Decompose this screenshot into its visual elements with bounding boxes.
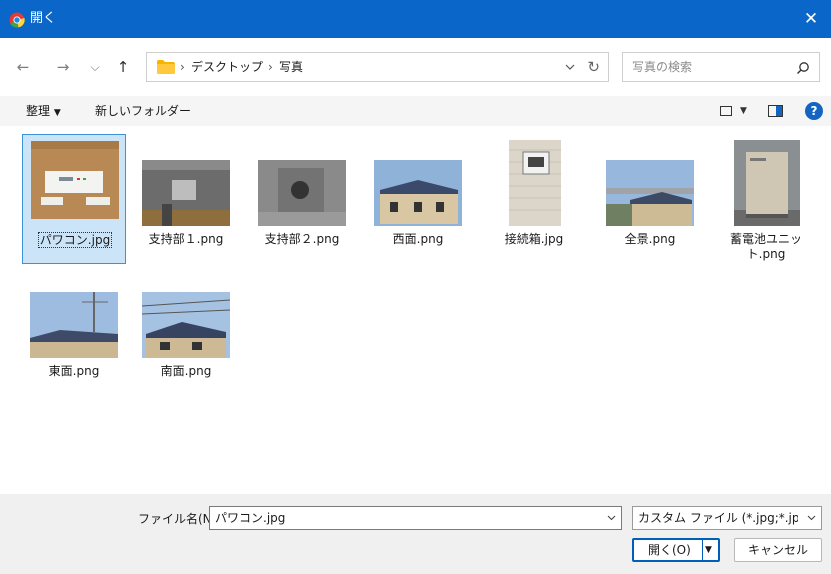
dialog-footer: ファイル名(N): パワコン.jpg カスタム ファイル (*.jpg;*.jp… [0,494,831,574]
chrome-icon [9,12,25,28]
chevron-down-icon[interactable] [564,61,576,73]
navigation-bar: ← → ⌵ ↑ › デスクトップ › 写真 ↻ 写真の検索 [0,38,831,96]
view-icon[interactable] [720,106,732,116]
image-thumbnail [142,160,230,226]
caret-down-icon: ▼ [53,108,61,118]
file-item-power-conditioner[interactable]: パワコン.jpg [22,134,126,264]
new-folder-button[interactable]: 新しいフォルダー [95,104,191,119]
chevron-down-icon[interactable] [606,512,617,523]
forward-button[interactable]: → [54,58,72,76]
file-item-support-1[interactable]: 支持部１.png [134,134,238,264]
file-name: パワコン.jpg [37,232,113,248]
up-button[interactable]: ↑ [114,58,132,76]
cancel-button[interactable]: キャンセル [734,538,822,562]
organize-label: 整理 [26,104,51,118]
address-bar[interactable]: › デスクトップ › 写真 ↻ [146,52,609,82]
breadcrumb-separator: › [268,60,273,74]
search-input[interactable]: 写真の検索 [632,60,692,75]
back-button[interactable]: ← [14,58,32,76]
image-thumbnail [374,160,462,226]
breadcrumb-desktop[interactable]: デスクトップ [191,60,263,75]
file-name-value[interactable]: パワコン.jpg [215,511,285,526]
image-thumbnail [258,160,346,226]
image-thumbnail [31,141,119,219]
image-thumbnail [30,292,118,358]
recent-locations-button[interactable]: ⌵ [86,58,104,76]
file-list[interactable]: パワコン.jpg 支持部１.png 支持部２.png 西面.png 接続箱.jp… [0,126,831,494]
file-item-overview[interactable]: 全景.png [598,134,702,264]
folder-icon [157,60,175,74]
image-thumbnail [509,140,561,226]
file-name: 西面.png [392,232,444,246]
file-type-select[interactable]: カスタム ファイル (*.jpg;*.jpeg;*.pn [632,506,822,530]
file-name-field[interactable]: パワコン.jpg [209,506,622,530]
file-name: 支持部２.png [264,232,340,246]
file-name: 南面.png [160,364,212,378]
file-type-value: カスタム ファイル (*.jpg;*.jpeg;*.pn [638,511,798,525]
breadcrumb-photos[interactable]: 写真 [279,60,303,75]
image-thumbnail [606,160,694,226]
search-box[interactable]: 写真の検索 [622,52,820,82]
open-button[interactable]: 開く(O) ▼ [632,538,720,562]
file-item-south-face[interactable]: 南面.png [134,286,238,416]
help-button[interactable]: ? [805,102,823,120]
file-name: 全景.png [624,232,676,246]
file-name: 接続箱.jpg [504,232,564,246]
open-button-label: 開く(O) [648,543,691,557]
preview-pane-icon[interactable] [768,105,783,117]
image-thumbnail [734,140,800,226]
file-item-east-face[interactable]: 東面.png [22,286,126,416]
file-item-battery-unit[interactable]: 蓄電池ユニット.png [714,134,818,264]
file-item-support-2[interactable]: 支持部２.png [250,134,354,264]
open-options-dropdown[interactable]: ▼ [705,543,712,558]
breadcrumb-separator: › [180,60,185,74]
refresh-button[interactable]: ↻ [587,57,600,77]
caret-down-icon[interactable]: ▼ [740,104,747,119]
chevron-down-icon[interactable] [806,512,817,523]
image-thumbnail [142,292,230,358]
close-button[interactable]: ✕ [791,0,831,38]
command-bar: 整理 ▼ 新しいフォルダー ▼ ? [0,96,831,126]
title-bar: 開く ✕ [0,0,831,38]
file-name: 東面.png [48,364,100,378]
search-icon[interactable] [796,61,810,75]
file-name: 蓄電池ユニット.png [729,232,802,261]
file-item-west-face[interactable]: 西面.png [366,134,470,264]
window-title: 開く [30,11,57,26]
file-name: 支持部１.png [148,232,224,246]
organize-button[interactable]: 整理 ▼ [26,104,61,121]
file-item-junction-box[interactable]: 接続箱.jpg [482,134,586,264]
